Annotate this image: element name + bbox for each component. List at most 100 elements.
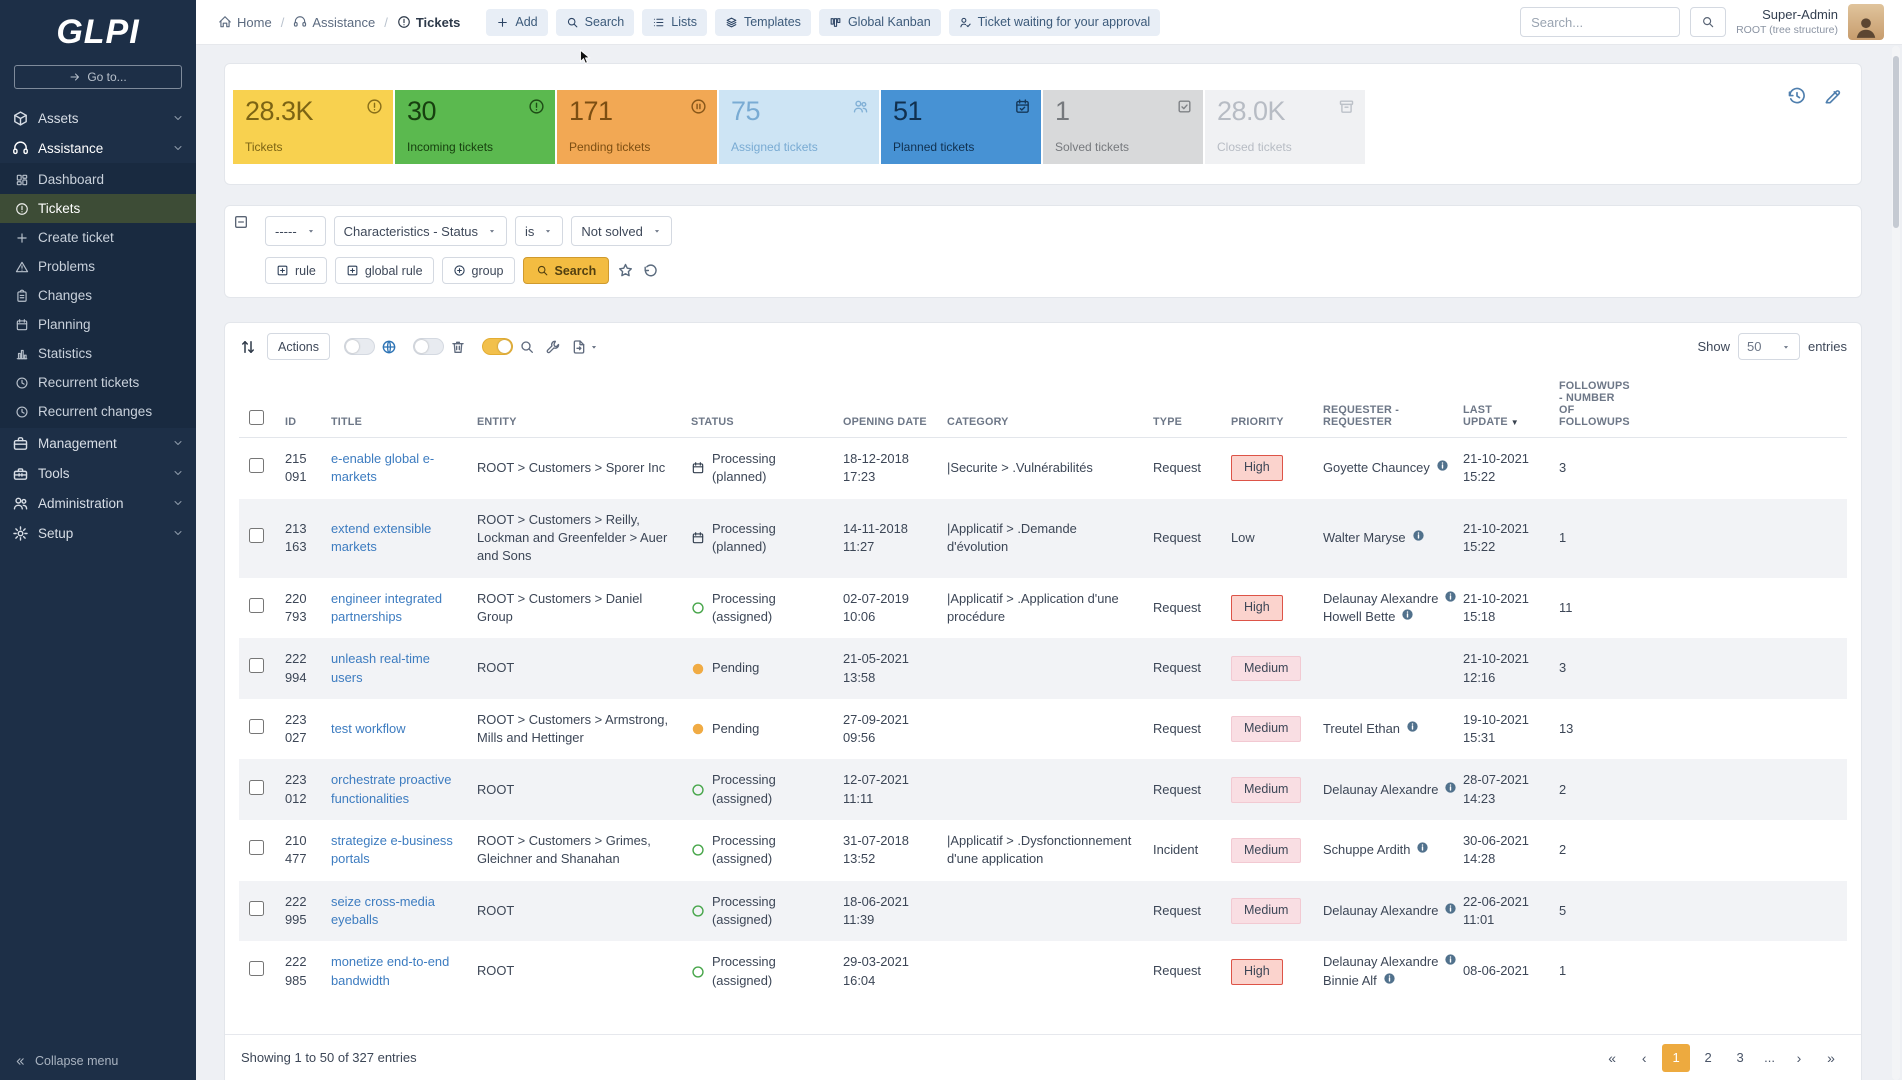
dashboard-history-button[interactable] <box>1787 86 1807 109</box>
sidebar-subitem-dashboard[interactable]: Dashboard <box>0 165 196 194</box>
column-header-type[interactable]: TYPE <box>1143 374 1221 438</box>
collapse-menu-button[interactable]: Collapse menu <box>0 1042 196 1080</box>
sidebar-subitem-recurrent-changes[interactable]: Recurrent changes <box>0 397 196 426</box>
global-search-button[interactable] <box>1690 7 1726 37</box>
breadcrumb-item-assistance[interactable]: Assistance <box>293 15 375 30</box>
ticket-title-link[interactable]: seize cross-media eyeballs <box>331 894 435 927</box>
row-checkbox[interactable] <box>249 901 264 916</box>
requester-info-button[interactable] <box>1416 841 1429 859</box>
fold-criteria-button[interactable] <box>233 214 249 233</box>
ticket-title-link[interactable]: test workflow <box>331 721 406 736</box>
pagination-next-button[interactable]: › <box>1785 1044 1813 1072</box>
sidebar-item-management[interactable]: Management <box>0 428 196 458</box>
stat-card-planned-tickets[interactable]: 51Planned tickets <box>881 90 1041 164</box>
criteria-select-2[interactable]: is <box>515 216 563 246</box>
column-header-title[interactable]: TITLE <box>321 374 467 438</box>
sidebar-item-setup[interactable]: Setup <box>0 518 196 548</box>
add-group-button[interactable]: group <box>442 257 515 284</box>
page-scrollbar-thumb[interactable] <box>1893 56 1899 228</box>
row-checkbox[interactable] <box>249 658 264 673</box>
row-checkbox[interactable] <box>249 780 264 795</box>
ticket-title-link[interactable]: strategize e-business portals <box>331 833 453 866</box>
column-header-id[interactable]: ID <box>275 374 321 438</box>
column-header-requester-requester[interactable]: REQUESTER - REQUESTER <box>1313 374 1453 438</box>
criteria-select-3[interactable]: Not solved <box>571 216 671 246</box>
reset-search-button[interactable] <box>642 262 659 279</box>
ticket-title-link[interactable]: unleash real-time users <box>331 651 430 684</box>
pagination-last-button[interactable]: » <box>1817 1044 1845 1072</box>
requester-info-button[interactable] <box>1444 902 1457 920</box>
dashboard-edit-button[interactable] <box>1823 86 1843 109</box>
requester-info-button[interactable] <box>1444 590 1457 608</box>
stat-card-assigned-tickets[interactable]: 75Assigned tickets <box>719 90 879 164</box>
page-size-select[interactable]: 50 <box>1738 333 1800 360</box>
sidebar-item-assistance[interactable]: Assistance <box>0 133 196 163</box>
global-kanban-button[interactable]: Global Kanban <box>819 9 941 36</box>
stat-card-solved-tickets[interactable]: 1Solved tickets <box>1043 90 1203 164</box>
user-meta[interactable]: Super-Admin ROOT (tree structure) <box>1736 7 1838 38</box>
criteria-select-0[interactable]: ----- <box>265 216 326 246</box>
actions-button[interactable]: Actions <box>267 333 330 360</box>
bookmark-button[interactable] <box>617 262 634 279</box>
ticket-title-link[interactable]: orchestrate proactive functionalities <box>331 772 451 805</box>
requester-info-button[interactable] <box>1406 720 1419 738</box>
stat-card-pending-tickets[interactable]: 171Pending tickets <box>557 90 717 164</box>
ticket-title-link[interactable]: e-enable global e-markets <box>331 451 434 484</box>
requester-info-button[interactable] <box>1401 608 1414 626</box>
requester-info-button[interactable] <box>1436 459 1449 477</box>
sidebar-subitem-statistics[interactable]: Statistics <box>0 339 196 368</box>
goto-button[interactable]: Go to... <box>14 65 182 89</box>
sidebar-subitem-tickets[interactable]: Tickets <box>0 194 196 223</box>
export-button[interactable] <box>571 339 599 355</box>
add-button[interactable]: Add <box>486 9 547 36</box>
column-header-entity[interactable]: ENTITY <box>467 374 681 438</box>
column-header-opening-date[interactable]: OPENING DATE <box>833 374 937 438</box>
toggle-globe-icon[interactable] <box>344 338 375 355</box>
sidebar-subitem-create-ticket[interactable]: Create ticket <box>0 223 196 252</box>
sidebar-item-tools[interactable]: Tools <box>0 458 196 488</box>
requester-info-button[interactable] <box>1412 529 1425 547</box>
criteria-select-1[interactable]: Characteristics - Status <box>334 216 507 246</box>
ticket-title-link[interactable]: monetize end-to-end bandwidth <box>331 954 449 987</box>
select-all-checkbox[interactable] <box>249 410 264 425</box>
pagination-first-button[interactable]: « <box>1598 1044 1626 1072</box>
templates-button[interactable]: Templates <box>715 9 811 36</box>
tickets-table-scroll[interactable]: IDTITLEENTITYSTATUSOPENING DATECATEGORYT… <box>225 370 1861 1034</box>
stat-card-tickets[interactable]: 28.3KTickets <box>233 90 393 164</box>
requester-info-button[interactable] <box>1383 972 1396 990</box>
column-header-priority[interactable]: PRIORITY <box>1221 374 1313 438</box>
sidebar-subitem-changes[interactable]: Changes <box>0 281 196 310</box>
sidebar-subitem-recurrent-tickets[interactable]: Recurrent tickets <box>0 368 196 397</box>
column-header-followups-number-of-followups[interactable]: FOLLOWUPS - NUMBER OF FOLLOWUPS <box>1549 374 1639 438</box>
toggle-trash-icon[interactable] <box>413 338 444 355</box>
row-checkbox[interactable] <box>249 961 264 976</box>
global-search-input[interactable] <box>1520 7 1680 37</box>
ticket-title-link[interactable]: engineer integrated partnerships <box>331 591 442 624</box>
sidebar-subitem-problems[interactable]: Problems <box>0 252 196 281</box>
page-scrollbar-track[interactable] <box>1892 46 1900 1080</box>
breadcrumb-item-tickets[interactable]: Tickets <box>397 15 461 30</box>
pagination-page-3[interactable]: 3 <box>1726 1044 1754 1072</box>
requester-info-button[interactable] <box>1444 953 1457 971</box>
lists-button[interactable]: Lists <box>642 9 707 36</box>
row-checkbox[interactable] <box>249 598 264 613</box>
row-checkbox[interactable] <box>249 458 264 473</box>
sidebar-subitem-planning[interactable]: Planning <box>0 310 196 339</box>
row-checkbox[interactable] <box>249 528 264 543</box>
pagination-prev-button[interactable]: ‹ <box>1630 1044 1658 1072</box>
search-button[interactable]: Search <box>523 257 610 284</box>
add-rule-button[interactable]: rule <box>265 257 327 284</box>
breadcrumb-item-home[interactable]: Home <box>218 15 272 30</box>
pagination-page-1[interactable]: 1 <box>1662 1044 1690 1072</box>
stat-card-incoming-tickets[interactable]: 30Incoming tickets <box>395 90 555 164</box>
ticket-title-link[interactable]: extend extensible markets <box>331 521 431 554</box>
wrench-button[interactable] <box>545 339 561 355</box>
column-header-status[interactable]: STATUS <box>681 374 833 438</box>
sidebar-item-assets[interactable]: Assets <box>0 103 196 133</box>
row-checkbox[interactable] <box>249 840 264 855</box>
ticket-waiting-for-your-approval-button[interactable]: Ticket waiting for your approval <box>949 9 1161 36</box>
row-checkbox[interactable] <box>249 719 264 734</box>
add-global-rule-button[interactable]: global rule <box>335 257 434 284</box>
pagination-page-2[interactable]: 2 <box>1694 1044 1722 1072</box>
user-avatar[interactable] <box>1848 4 1884 40</box>
